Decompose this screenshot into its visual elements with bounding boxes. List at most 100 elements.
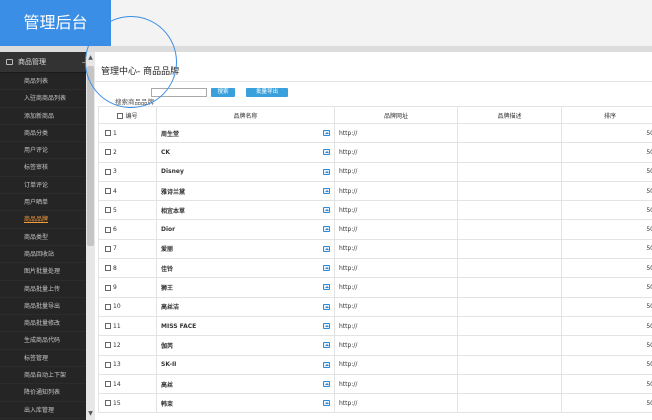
brand-name[interactable]: Dior: [161, 226, 175, 233]
sidebar-item[interactable]: 商品类型: [0, 229, 95, 246]
brand-url[interactable]: http://: [334, 335, 458, 356]
brand-sort[interactable]: 50: [561, 354, 652, 375]
sidebar-item[interactable]: 商品自动上下架: [0, 367, 95, 385]
row-checkbox[interactable]: [105, 400, 111, 407]
table-row[interactable]: 4 雅诗兰黛 http:// 50: [98, 180, 652, 202]
brand-sort[interactable]: 50: [561, 277, 652, 298]
table-row[interactable]: 8 佳铃 http:// 50: [98, 258, 652, 279]
sidebar-scrollbar[interactable]: ▲ ▼: [86, 52, 95, 420]
table-row[interactable]: 5 相宜本草 http:// 50: [98, 200, 652, 221]
row-checkbox[interactable]: [105, 303, 111, 310]
row-checkbox[interactable]: [105, 284, 111, 291]
sidebar-item[interactable]: 商品批量修改: [0, 315, 95, 333]
row-checkbox[interactable]: [105, 149, 111, 156]
row-checkbox[interactable]: [105, 381, 111, 387]
sidebar-item[interactable]: 订单评论: [0, 177, 95, 195]
row-checkbox[interactable]: [105, 168, 111, 175]
sidebar-item[interactable]: 商品批量上传: [0, 281, 95, 298]
sidebar-item[interactable]: 商品回收站: [0, 246, 95, 264]
brand-name[interactable]: 高丝洁: [161, 304, 179, 311]
search-button[interactable]: 搜索: [211, 88, 235, 97]
image-icon[interactable]: [323, 168, 330, 175]
brand-sort[interactable]: 50: [561, 180, 652, 202]
image-icon[interactable]: [323, 207, 330, 214]
brand-sort[interactable]: 50: [561, 238, 652, 260]
select-all-checkbox[interactable]: [117, 113, 124, 119]
brand-name[interactable]: CK: [161, 149, 170, 156]
search-input[interactable]: [151, 88, 207, 97]
image-icon[interactable]: [323, 149, 330, 156]
brand-sort[interactable]: 50: [561, 200, 652, 221]
brand-url[interactable]: http://: [334, 354, 458, 375]
row-checkbox[interactable]: [105, 226, 111, 233]
brand-url[interactable]: http://: [334, 238, 458, 260]
scroll-down-icon[interactable]: ▼: [87, 410, 94, 418]
image-icon[interactable]: [323, 226, 330, 233]
brand-sort[interactable]: 50: [561, 373, 652, 395]
row-checkbox[interactable]: [105, 342, 111, 349]
sidebar-item[interactable]: 标签管理: [0, 350, 95, 368]
sidebar-item[interactable]: 出入库管理: [0, 402, 95, 419]
image-icon[interactable]: [323, 265, 330, 272]
brand-name[interactable]: SK-II: [161, 361, 176, 368]
brand-name[interactable]: 高丝: [161, 382, 173, 389]
table-row[interactable]: 6 Dior http:// 50: [98, 219, 652, 240]
brand-name[interactable]: 雅诗兰黛: [161, 189, 185, 196]
sidebar-item[interactable]: 用户评论: [0, 142, 95, 160]
sidebar-item[interactable]: 商品列表: [0, 73, 95, 91]
brand-sort[interactable]: 50: [561, 161, 652, 182]
row-checkbox[interactable]: [105, 245, 111, 252]
brand-name[interactable]: 爱丽: [161, 246, 173, 253]
row-checkbox[interactable]: [105, 207, 111, 214]
image-icon[interactable]: [323, 284, 330, 291]
table-row[interactable]: 11 MISS FACE http:// 50: [98, 315, 652, 337]
scrollbar-thumb[interactable]: [87, 66, 94, 246]
scroll-up-icon[interactable]: ▲: [87, 54, 94, 62]
image-icon[interactable]: [323, 400, 330, 407]
image-icon[interactable]: [323, 245, 330, 252]
brand-url[interactable]: http://: [334, 180, 458, 202]
table-row[interactable]: 1 周生堂 http:// 50: [98, 122, 652, 144]
brand-sort[interactable]: 50: [561, 296, 652, 317]
brand-sort[interactable]: 50: [561, 258, 652, 279]
brand-url[interactable]: http://: [334, 315, 458, 337]
image-icon[interactable]: [323, 380, 330, 387]
row-checkbox[interactable]: [105, 130, 111, 137]
image-icon[interactable]: [323, 322, 330, 329]
brand-name[interactable]: 周生堂: [161, 131, 179, 138]
brand-url[interactable]: http://: [334, 277, 458, 298]
brand-sort[interactable]: 50: [561, 315, 652, 337]
brand-url[interactable]: http://: [334, 258, 458, 279]
brand-sort[interactable]: 50: [561, 393, 652, 414]
brand-sort[interactable]: 50: [561, 335, 652, 356]
brand-name[interactable]: 佳铃: [161, 266, 173, 273]
brand-sort[interactable]: 50: [561, 142, 652, 163]
brand-name[interactable]: 韩束: [161, 401, 173, 408]
sidebar-item[interactable]: 标签审核: [0, 159, 95, 177]
table-row[interactable]: 12 伽芮 http:// 50: [98, 335, 652, 356]
export-button[interactable]: 批量导出: [246, 88, 288, 97]
row-checkbox[interactable]: [105, 323, 111, 330]
brand-url[interactable]: http://: [334, 200, 458, 221]
brand-url[interactable]: http://: [334, 161, 458, 182]
sidebar-item[interactable]: 生成商品代码: [0, 332, 95, 350]
brand-name[interactable]: MISS FACE: [161, 323, 196, 330]
row-checkbox[interactable]: [105, 188, 111, 195]
table-row[interactable]: 10 高丝洁 http:// 50: [98, 296, 652, 317]
brand-url[interactable]: http://: [334, 373, 458, 395]
brand-url[interactable]: http://: [334, 142, 458, 163]
brand-sort[interactable]: 50: [561, 219, 652, 240]
brand-url[interactable]: http://: [334, 122, 458, 144]
image-icon[interactable]: [323, 303, 330, 310]
table-row[interactable]: 2 CK http:// 50: [98, 142, 652, 163]
sidebar-item[interactable]: 降价通知列表: [0, 384, 95, 402]
table-row[interactable]: 7 爱丽 http:// 50: [98, 238, 652, 260]
brand-url[interactable]: http://: [334, 393, 458, 414]
row-checkbox[interactable]: [105, 361, 111, 368]
brand-sort[interactable]: 50: [561, 122, 652, 144]
table-row[interactable]: 9 狮王 http:// 50: [98, 277, 652, 298]
brand-name[interactable]: 狮王: [161, 285, 173, 292]
brand-name[interactable]: 伽芮: [161, 343, 173, 350]
image-icon[interactable]: [323, 187, 330, 194]
brand-name[interactable]: Disney: [161, 168, 184, 175]
